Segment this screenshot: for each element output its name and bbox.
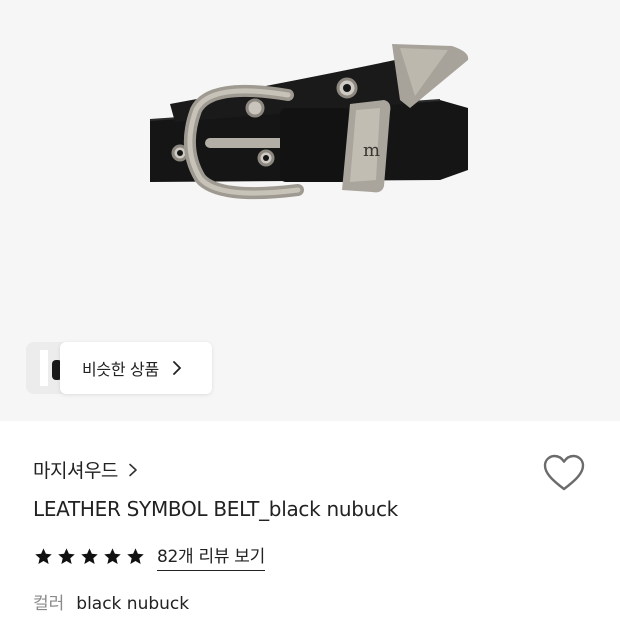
color-option: 컬러 black nubuck — [33, 589, 189, 614]
similar-products-button[interactable]: 비슷한 상품 — [60, 342, 212, 394]
star-icon — [104, 548, 121, 565]
star-icon — [127, 548, 144, 565]
brand-link[interactable]: 마지셔우드 — [33, 456, 138, 483]
similar-products-label: 비슷한 상품 — [82, 360, 159, 379]
rating-stars — [34, 547, 149, 566]
star-icon — [81, 548, 98, 565]
chevron-right-icon — [172, 361, 181, 375]
color-option-label: 컬러 — [33, 594, 65, 614]
product-title: LEATHER SYMBOL BELT_black nubuck — [33, 497, 398, 521]
color-option-value: black nubuck — [76, 594, 190, 614]
star-icon — [35, 548, 52, 565]
reviews-link[interactable]: 82개 리뷰 보기 — [157, 542, 265, 571]
product-info: 마지셔우드 LEATHER SYMBOL BELT_black nubuck 8… — [0, 421, 620, 620]
heart-outline-icon[interactable] — [542, 453, 586, 493]
star-icon — [58, 548, 75, 565]
rating-row: 82개 리뷰 보기 — [34, 542, 265, 571]
chevron-right-icon — [129, 463, 137, 476]
product-hero: m 비슷한 상품 — [0, 0, 620, 421]
svg-text:m: m — [363, 140, 380, 161]
brand-name[interactable]: 마지셔우드 — [33, 456, 118, 483]
